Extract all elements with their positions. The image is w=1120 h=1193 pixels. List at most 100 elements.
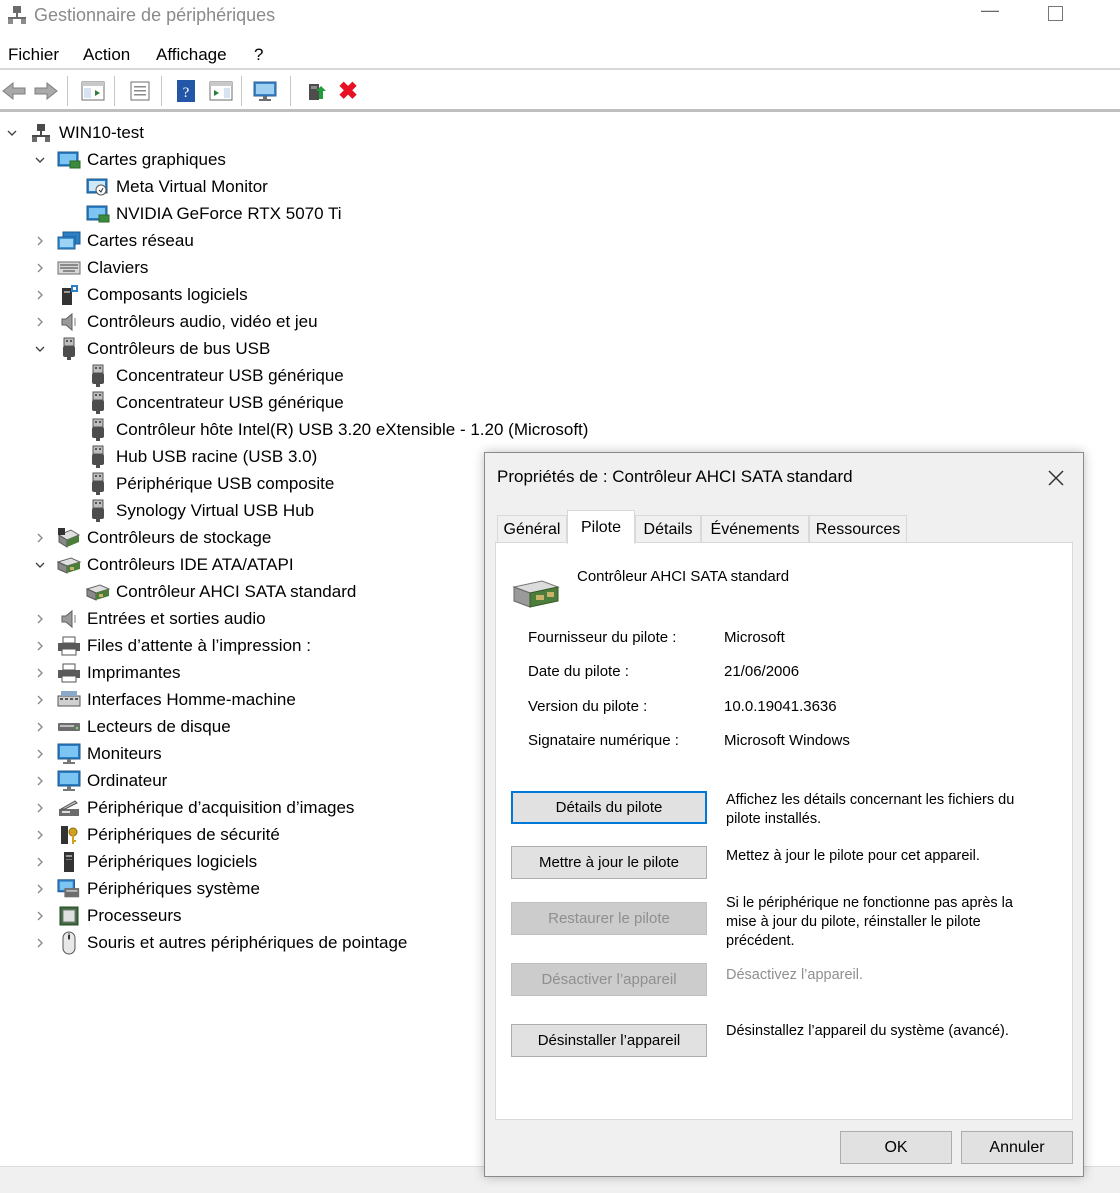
tree-item[interactable]: Cartes réseau: [31, 227, 194, 254]
forward-arrow-icon[interactable]: [32, 78, 60, 104]
tree-item-label: Contrôleur AHCI SATA standard: [116, 581, 357, 601]
chevron-right-icon[interactable]: [31, 902, 49, 929]
close-icon[interactable]: [1041, 463, 1071, 493]
uninstall-device-button[interactable]: Désinstaller l’appareil: [511, 1024, 707, 1057]
tree-item[interactable]: Imprimantes: [31, 659, 181, 686]
tree-item[interactable]: Meta Virtual Monitor: [60, 173, 268, 200]
tree-item[interactable]: Contrôleurs IDE ATA/ATAPI: [31, 551, 294, 578]
ide-controller-icon: [86, 581, 110, 603]
roll-back-driver-button[interactable]: Restaurer le pilote: [511, 902, 707, 935]
update-driver-icon[interactable]: [302, 78, 330, 104]
tab-ressources[interactable]: Ressources: [809, 515, 907, 543]
cancel-button[interactable]: Annuler: [961, 1131, 1073, 1164]
security-key-icon: [57, 824, 81, 846]
tree-item[interactable]: Moniteurs: [31, 740, 162, 767]
tree-item[interactable]: Concentrateur USB générique: [60, 389, 344, 416]
tree-item[interactable]: Contrôleurs de bus USB: [31, 335, 270, 362]
chevron-right-icon[interactable]: [31, 794, 49, 821]
tree-item[interactable]: Entrées et sorties audio: [31, 605, 266, 632]
keyboard-icon: [57, 257, 81, 279]
uninstall-icon[interactable]: ✖: [334, 78, 362, 105]
chevron-right-icon[interactable]: [31, 524, 49, 551]
driver-details-button[interactable]: Détails du pilote: [511, 791, 707, 824]
menu-help[interactable]: ?: [254, 45, 263, 65]
disable-device-button[interactable]: Désactiver l’appareil: [511, 963, 707, 996]
minimize-button[interactable]: —: [978, 0, 1002, 28]
ok-button[interactable]: OK: [840, 1131, 952, 1164]
tree-item[interactable]: Périphérique USB composite: [60, 470, 334, 497]
tree-item[interactable]: Files d’attente à l’impression :: [31, 632, 311, 659]
tree-item-label: Contrôleur hôte Intel(R) USB 3.20 eXtens…: [116, 419, 589, 439]
chevron-right-icon[interactable]: [31, 713, 49, 740]
back-arrow-icon[interactable]: [0, 78, 28, 104]
tree-item[interactable]: Périphérique d’acquisition d’images: [31, 794, 354, 821]
tree-item[interactable]: Contrôleurs de stockage: [31, 524, 271, 551]
usb-icon: [86, 391, 110, 414]
svg-text:?: ?: [183, 85, 190, 101]
tree-item-label: NVIDIA GeForce RTX 5070 Ti: [116, 203, 342, 223]
maximize-button[interactable]: [1048, 6, 1063, 21]
tree-item[interactable]: Hub USB racine (USB 3.0): [60, 443, 317, 470]
chevron-right-icon[interactable]: [31, 308, 49, 335]
tree-item[interactable]: Souris et autres périphériques de pointa…: [31, 929, 407, 956]
chevron-right-icon[interactable]: [31, 929, 49, 956]
tree-item-label: Hub USB racine (USB 3.0): [116, 446, 318, 466]
chevron-right-icon[interactable]: [31, 875, 49, 902]
help-icon[interactable]: ?: [172, 78, 200, 104]
driver-date-value: 21/06/2006: [724, 663, 800, 680]
chevron-right-icon[interactable]: [31, 254, 49, 281]
tree-item-label: Synology Virtual USB Hub: [116, 500, 315, 520]
tree-item[interactable]: Périphériques de sécurité: [31, 821, 280, 848]
driver-panel: Contrôleur AHCI SATA standard Fournisseu…: [495, 542, 1073, 1120]
update-driver-button[interactable]: Mettre à jour le pilote: [511, 846, 707, 879]
scan-hardware-icon[interactable]: [252, 78, 280, 104]
properties-icon[interactable]: [126, 78, 154, 104]
tree-item[interactable]: Interfaces Homme-machine: [31, 686, 296, 713]
tree-item[interactable]: Périphériques logiciels: [31, 848, 257, 875]
chevron-right-icon[interactable]: [31, 686, 49, 713]
action-pane-icon[interactable]: [207, 78, 235, 104]
tree-item-label: Entrées et sorties audio: [87, 608, 266, 628]
tree-item[interactable]: Processeurs: [31, 902, 181, 929]
tree-item-label: Contrôleurs de bus USB: [87, 338, 271, 358]
mouse-icon: [57, 931, 81, 954]
chevron-right-icon[interactable]: [31, 848, 49, 875]
chevron-right-icon[interactable]: [31, 767, 49, 794]
tree-item[interactable]: Synology Virtual USB Hub: [60, 497, 314, 524]
tree-item[interactable]: NVIDIA GeForce RTX 5070 Ti: [60, 200, 342, 227]
tab-details[interactable]: Détails: [635, 515, 701, 543]
tab-evenements[interactable]: Événements: [701, 515, 809, 543]
chevron-right-icon[interactable]: [31, 632, 49, 659]
tab-pilote[interactable]: Pilote: [567, 510, 635, 544]
chevron-right-icon[interactable]: [31, 281, 49, 308]
chevron-down-icon[interactable]: [3, 119, 21, 146]
menu-affichage[interactable]: Affichage: [156, 45, 227, 65]
tab-general[interactable]: Général: [497, 515, 567, 543]
chevron-right-icon[interactable]: [31, 605, 49, 632]
tree-item[interactable]: Claviers: [31, 254, 148, 281]
chevron-right-icon[interactable]: [31, 740, 49, 767]
driver-provider-value: Microsoft: [724, 629, 785, 646]
tree-item[interactable]: Composants logiciels: [31, 281, 248, 308]
tree-item[interactable]: Contrôleur AHCI SATA standard: [60, 578, 356, 605]
tree-item[interactable]: Concentrateur USB générique: [60, 362, 344, 389]
tree-item[interactable]: Lecteurs de disque: [31, 713, 231, 740]
console-tree-icon[interactable]: [79, 78, 107, 104]
chevron-right-icon[interactable]: [31, 659, 49, 686]
driver-date-label: Date du pilote :: [528, 663, 629, 680]
tree-item[interactable]: Contrôleur hôte Intel(R) USB 3.20 eXtens…: [60, 416, 588, 443]
tree-item[interactable]: Contrôleurs audio, vidéo et jeu: [31, 308, 318, 335]
software-device-icon: [57, 851, 81, 873]
tree-item[interactable]: Ordinateur: [31, 767, 167, 794]
chevron-right-icon[interactable]: [31, 227, 49, 254]
chevron-down-icon[interactable]: [31, 335, 49, 362]
chevron-right-icon[interactable]: [31, 821, 49, 848]
tree-item[interactable]: Cartes graphiques: [31, 146, 226, 173]
chevron-down-icon[interactable]: [31, 551, 49, 578]
chevron-down-icon[interactable]: [31, 146, 49, 173]
menu-action[interactable]: Action: [83, 45, 130, 65]
tree-item[interactable]: WIN10-test: [3, 119, 144, 146]
tree-item[interactable]: Périphériques système: [31, 875, 260, 902]
menu-fichier[interactable]: Fichier: [8, 45, 59, 65]
tree-item-label: Périphérique d’acquisition d’images: [87, 797, 355, 817]
